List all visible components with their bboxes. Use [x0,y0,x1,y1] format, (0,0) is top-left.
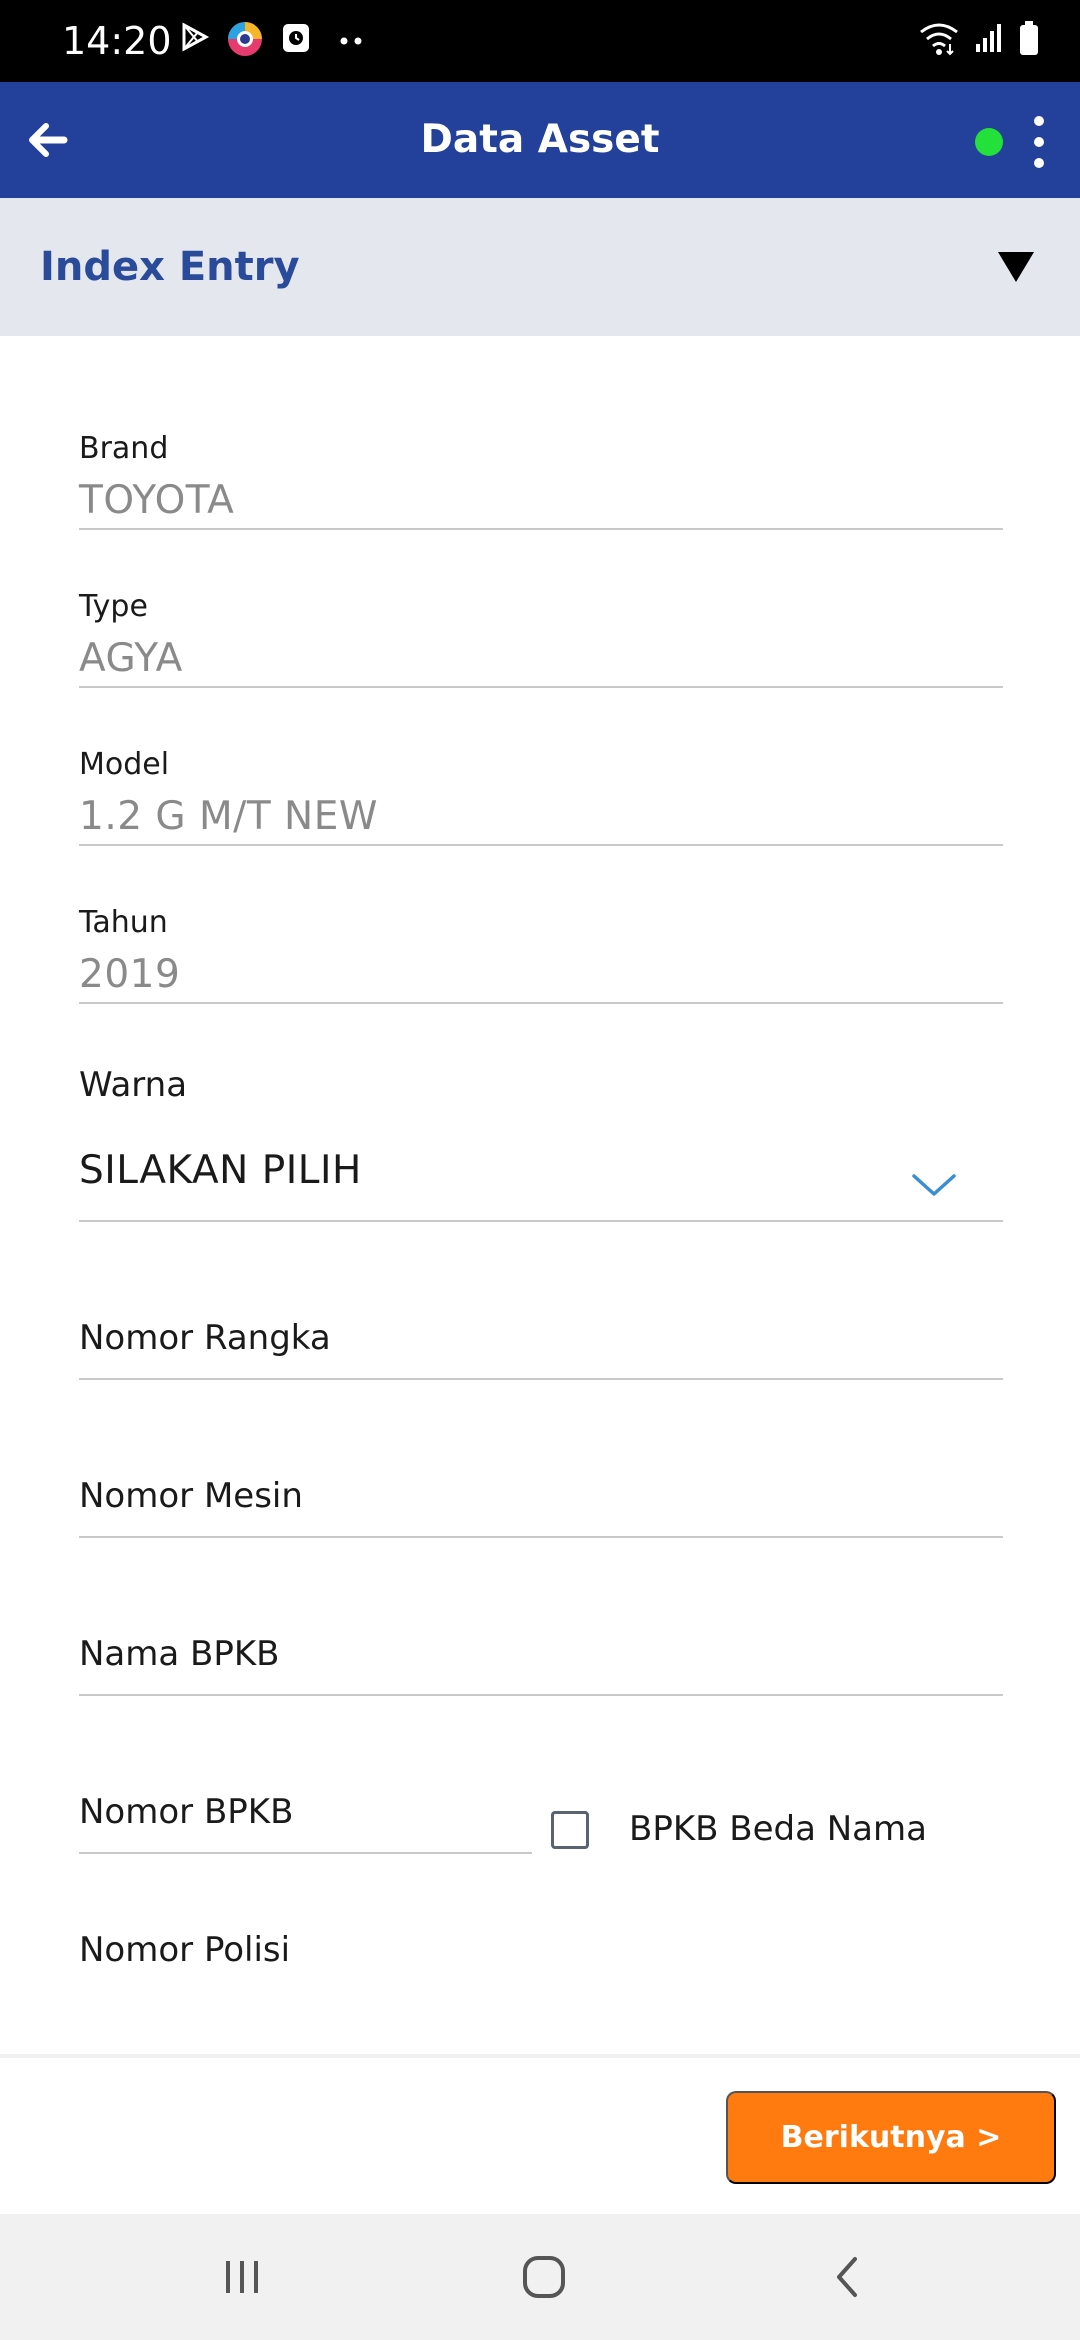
app-bar: Data Asset [0,82,1080,198]
recent-apps-button[interactable] [207,2242,277,2312]
play-store-icon [182,22,210,52]
more-vert-icon [1034,116,1044,126]
recent-apps-icon [226,2261,258,2293]
system-nav-bar [0,2214,1080,2340]
home-icon [523,2256,565,2298]
chevron-down-icon[interactable] [910,1170,958,1200]
home-button[interactable] [509,2242,579,2312]
more-options-button[interactable] [1025,116,1053,168]
collapse-triangle-icon[interactable] [996,250,1036,284]
signal-icon [976,24,1001,52]
section-header-index-entry[interactable]: Index Entry [0,198,1080,336]
type-field[interactable]: AGYA [79,636,183,682]
model-label: Model [79,747,170,782]
brand-underline [79,528,1003,530]
bpkb-beda-nama-checkbox[interactable] [551,1811,589,1849]
nomor-polisi-field[interactable]: Nomor Polisi [79,1929,290,1971]
tahun-underline [79,1002,1003,1004]
nomor-rangka-underline [79,1378,1003,1380]
next-button[interactable]: Berikutnya > [726,2091,1056,2184]
model-underline [79,844,1003,846]
nama-bpkb-field[interactable]: Nama BPKB [79,1633,279,1675]
section-title: Index Entry [40,244,300,290]
nama-bpkb-underline [79,1694,1003,1696]
page-title: Data Asset [420,117,660,162]
chevron-left-icon [837,2257,857,2297]
nomor-mesin-field[interactable]: Nomor Mesin [79,1475,303,1517]
status-time: 14:20 [62,19,172,63]
status-bar: 14:20 [0,0,1080,82]
model-field[interactable]: 1.2 G M/T NEW [79,794,378,840]
browser-app-icon [228,22,262,56]
nomor-bpkb-underline [79,1852,532,1854]
warna-underline [79,1220,1003,1222]
type-label: Type [79,589,148,624]
bpkb-beda-nama-label[interactable]: BPKB Beda Nama [629,1808,927,1850]
back-nav-button[interactable] [812,2242,882,2312]
nomor-bpkb-field[interactable]: Nomor BPKB [79,1791,293,1833]
battery-icon [1020,21,1038,55]
status-right [918,20,1040,56]
tahun-label: Tahun [79,905,168,940]
more-notifications-icon [340,37,362,45]
nomor-mesin-underline [79,1536,1003,1538]
screen-recorder-icon [283,24,309,52]
nomor-rangka-field[interactable]: Nomor Rangka [79,1317,331,1359]
warna-select[interactable]: SILAKAN PILIH [79,1148,362,1194]
wifi-icon [920,23,958,56]
brand-label: Brand [79,431,169,466]
brand-field[interactable]: TOYOTA [79,478,234,524]
type-underline [79,686,1003,688]
online-status-indicator [975,128,1003,156]
warna-label: Warna [79,1065,188,1105]
tahun-field[interactable]: 2019 [79,952,180,998]
